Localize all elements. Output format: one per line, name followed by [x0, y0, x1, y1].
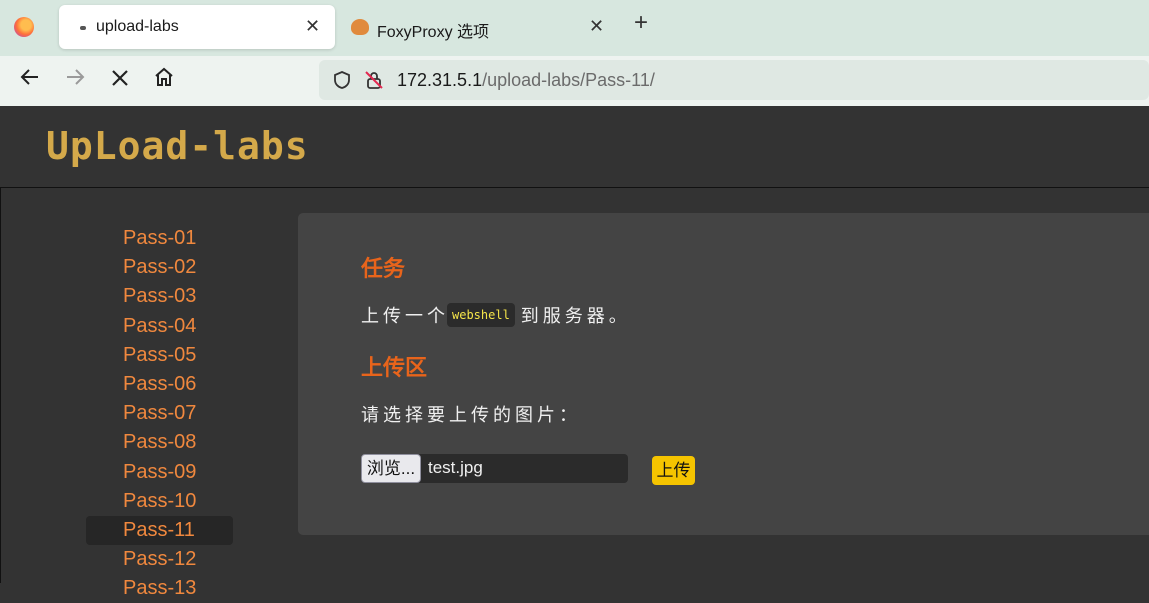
site-logo[interactable]: UpLoad-labs — [46, 124, 309, 168]
loading-dot-icon — [80, 26, 86, 30]
home-icon[interactable] — [149, 66, 179, 96]
sidebar-item-pass-02[interactable]: Pass-02 — [86, 253, 233, 282]
sidebar-item-pass-12[interactable]: Pass-12 — [86, 545, 233, 574]
main-panel: 任务 上传一个 webshell 到服务器。 上传区 请选择要上传的图片： 浏览… — [298, 213, 1149, 535]
tab-title: upload-labs — [96, 18, 179, 35]
forward-icon[interactable] — [60, 66, 90, 96]
new-tab-button[interactable]: + — [634, 11, 648, 35]
tab-strip: upload-labs ✕ FoxyProxy 选项 ✕ + — [0, 0, 1149, 56]
url-bar[interactable]: 172.31.5.1/upload-labs/Pass-11/ — [319, 60, 1149, 100]
sidebar-item-pass-08[interactable]: Pass-08 — [86, 428, 233, 457]
sidebar-item-pass-03[interactable]: Pass-03 — [86, 282, 233, 311]
task-text-before: 上传一个 — [361, 306, 449, 326]
sidebar-menu: Pass-01 Pass-02 Pass-03 Pass-04 Pass-05 … — [86, 224, 233, 603]
upload-submit-button[interactable]: 上传 — [652, 456, 695, 485]
selected-file-name: test.jpg — [428, 458, 483, 477]
task-heading: 任务 — [361, 256, 406, 281]
close-tab-icon[interactable]: ✕ — [589, 16, 604, 37]
sidebar-item-pass-07[interactable]: Pass-07 — [86, 399, 233, 428]
sidebar-item-pass-01[interactable]: Pass-01 — [86, 224, 233, 253]
firefox-icon[interactable] — [14, 17, 34, 37]
url-host: 172.31.5.1 — [397, 70, 483, 90]
sidebar-item-pass-06[interactable]: Pass-06 — [86, 370, 233, 399]
sidebar-item-pass-13[interactable]: Pass-13 — [86, 574, 233, 603]
task-text-after: 到服务器。 — [520, 306, 631, 326]
sidebar-item-pass-11[interactable]: Pass-11 — [86, 515, 233, 546]
upload-heading: 上传区 — [361, 355, 428, 380]
foxyproxy-icon — [351, 19, 369, 35]
task-code: webshell — [447, 303, 515, 327]
tab-upload-labs[interactable]: upload-labs ✕ — [59, 5, 335, 49]
select-prompt: 请选择要上传的图片： — [361, 405, 581, 425]
file-input[interactable]: 浏览... test.jpg — [361, 454, 628, 483]
stop-icon[interactable] — [105, 66, 135, 96]
close-tab-icon[interactable]: ✕ — [305, 16, 320, 37]
url-path: /upload-labs/Pass-11/ — [482, 70, 655, 90]
nav-bar: 172.31.5.1/upload-labs/Pass-11/ — [0, 56, 1149, 106]
insecure-lock-icon[interactable] — [364, 70, 384, 95]
task-description: 上传一个 webshell 到服务器。 — [361, 302, 631, 328]
tab-title: FoxyProxy 选项 — [377, 24, 490, 41]
url-text[interactable]: 172.31.5.1/upload-labs/Pass-11/ — [397, 70, 655, 91]
sidebar-item-pass-04[interactable]: Pass-04 — [86, 312, 233, 341]
back-icon[interactable] — [15, 66, 45, 96]
tab-foxyproxy[interactable]: FoxyProxy 选项 ✕ — [340, 5, 616, 49]
shield-icon[interactable] — [332, 70, 352, 95]
sidebar-item-pass-05[interactable]: Pass-05 — [86, 341, 233, 370]
sidebar-item-pass-09[interactable]: Pass-09 — [86, 458, 233, 487]
browse-button[interactable]: 浏览... — [361, 454, 421, 483]
sidebar-item-pass-10[interactable]: Pass-10 — [86, 487, 233, 516]
